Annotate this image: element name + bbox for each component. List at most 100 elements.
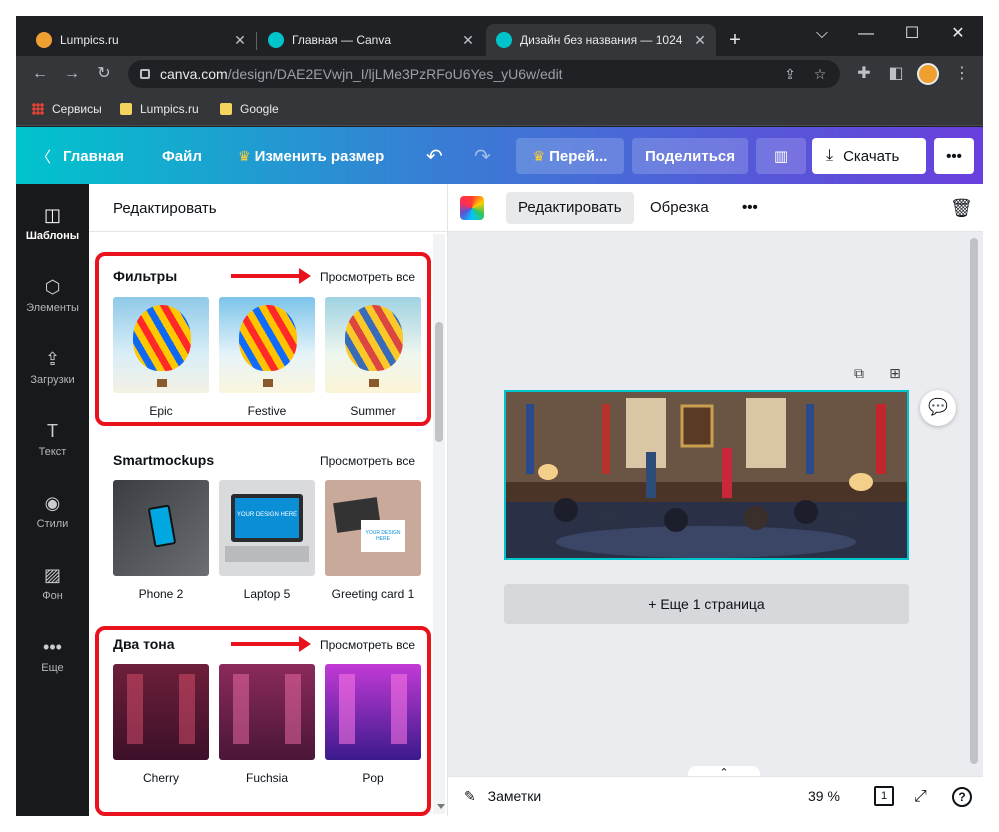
bookmark-google[interactable]: Google <box>220 100 279 118</box>
sidebar-item-elements[interactable]: ⬡ Элементы <box>16 274 89 334</box>
palette-icon: ◉ <box>44 493 61 513</box>
canva-header: 〈 Главная Файл ♛ Изменить размер ↶ ↷ ♛ П… <box>16 127 983 184</box>
url-host: canva.com <box>160 66 228 82</box>
more-icon: ••• <box>43 637 62 657</box>
mockup-phone[interactable]: Phone 2 <box>113 480 209 601</box>
add-comment-icon[interactable]: 💬 <box>920 390 956 426</box>
laptop-mockup-thumbnail: YOUR DESIGN HERE <box>219 480 315 576</box>
address-bar[interactable]: canva.com /design/DAE2EVwjn_I/ljLMe3PzRF… <box>128 60 840 88</box>
sidebar-item-text[interactable]: T Текст <box>16 418 89 478</box>
bookmark-star-icon[interactable]: ☆ <box>810 64 830 84</box>
new-tab-icon[interactable]: + <box>724 30 746 52</box>
insights-icon[interactable]: ▥ <box>756 138 806 174</box>
download-icon: ⤓ <box>826 147 834 164</box>
sidebar-item-templates[interactable]: ◫ Шаблоны <box>16 202 89 262</box>
mockup-screen-text: YOUR DESIGN HERE <box>231 494 303 542</box>
panel-header: Редактировать <box>89 184 448 232</box>
file-menu-button[interactable]: Файл <box>162 138 202 174</box>
close-tab-icon[interactable]: ✕ <box>692 32 708 48</box>
mockup-label: Phone 2 <box>138 587 184 601</box>
canvas-scrollbar[interactable] <box>966 232 983 776</box>
upgrade-button[interactable]: ♛ Перей... <box>516 138 624 174</box>
arrow-to-filters-see-all <box>231 268 311 284</box>
bookmark-lumpics[interactable]: Lumpics.ru <box>120 100 199 118</box>
sidebar-item-label: Загрузки <box>30 374 75 386</box>
chrome-menu-icon[interactable]: ⋮ <box>950 62 974 86</box>
bookmark-label: Сервисы <box>52 102 102 116</box>
add-page-icon[interactable]: ⊞ <box>886 364 904 382</box>
color-picker-icon[interactable] <box>460 196 484 220</box>
more-actions-button[interactable]: ••• <box>934 138 974 174</box>
tab-lumpics[interactable]: Lumpics.ru ✕ <box>26 24 256 56</box>
back-icon[interactable]: ← <box>28 62 52 86</box>
phone-mockup-thumbnail <box>113 480 209 576</box>
mockup-label: Laptop 5 <box>243 587 291 601</box>
chevron-left-icon: 〈 <box>36 148 52 166</box>
canva-favicon-icon <box>496 32 512 48</box>
sidebar-item-more[interactable]: ••• Еще <box>16 634 89 694</box>
tab-canva-design[interactable]: Дизайн без названия — 1024 ✕ <box>486 24 716 56</box>
smartmockups-title: Smartmockups <box>113 452 215 468</box>
duotone-highlight <box>95 626 431 816</box>
tab-canva-home[interactable]: Главная — Canva ✕ <box>258 24 484 56</box>
sidebar-item-uploads[interactable]: ⇪ Загрузки <box>16 346 89 406</box>
forward-icon[interactable]: → <box>60 62 84 86</box>
home-button[interactable]: 〈 Главная <box>36 138 124 174</box>
notes-button[interactable]: ✎ Заметки <box>464 788 541 805</box>
resize-button[interactable]: ♛ Изменить размер <box>238 138 384 174</box>
share-page-icon[interactable]: ⇪ <box>780 64 800 84</box>
upgrade-label: Перей... <box>549 147 608 165</box>
minimize-icon[interactable]: — <box>846 22 886 46</box>
crop-button[interactable]: Обрезка <box>638 192 721 224</box>
sidebar-item-background[interactable]: ▨ Фон <box>16 562 89 622</box>
edit-panel: Редактировать Фильтры Просмотреть все Ep… <box>89 184 448 816</box>
card-mockup-thumbnail: YOUR DESIGN HERE <box>325 480 421 576</box>
add-more-pages-button[interactable]: + Еще 1 страница <box>504 584 909 624</box>
extensions-icon[interactable]: ✚ <box>852 62 876 86</box>
share-button[interactable]: Поделиться <box>632 138 748 174</box>
mockup-laptop[interactable]: YOUR DESIGN HERE Laptop 5 <box>219 480 315 601</box>
bookmark-services[interactable]: Сервисы <box>32 100 102 118</box>
background-icon: ▨ <box>43 565 61 585</box>
notes-label: Заметки <box>487 788 542 804</box>
design-photo[interactable] <box>504 390 909 560</box>
browser-toolbar: ← → ↻ canva.com /design/DAE2EVwjn_I/ljLM… <box>16 56 983 92</box>
help-button[interactable]: ? <box>952 787 972 807</box>
side-panel-icon[interactable]: ◧ <box>884 62 908 86</box>
more-options-button[interactable]: ••• <box>730 192 770 224</box>
bookmark-page-icon <box>220 103 232 115</box>
sidebar-item-label: Стили <box>36 518 69 530</box>
trash-icon[interactable]: 🗑 <box>950 192 973 224</box>
scrollbar-thumb[interactable] <box>435 322 443 442</box>
tab-search-icon[interactable]: ⌵ <box>802 22 842 46</box>
redo-icon[interactable]: ↷ <box>474 138 491 174</box>
office-scene-image <box>506 392 907 558</box>
notes-icon: ✎ <box>464 788 476 804</box>
tab-strip: Lumpics.ru ✕ Главная — Canva ✕ Дизайн бе… <box>16 16 983 56</box>
file-label: Файл <box>162 147 202 165</box>
download-button[interactable]: ⤓ Скачать <box>812 138 926 174</box>
close-tab-icon[interactable]: ✕ <box>232 32 248 48</box>
sidebar-item-styles[interactable]: ◉ Стили <box>16 490 89 550</box>
sidebar-item-label: Элементы <box>26 302 79 314</box>
close-tab-icon[interactable]: ✕ <box>460 32 476 48</box>
smartmockups-see-all-link[interactable]: Просмотреть все <box>320 454 415 468</box>
fullscreen-icon[interactable]: ⤢ <box>914 788 927 806</box>
edit-image-button[interactable]: Редактировать <box>506 192 634 224</box>
mockup-greeting-card[interactable]: YOUR DESIGN HERE Greeting card 1 <box>325 480 421 601</box>
scroll-down-icon[interactable] <box>437 804 445 809</box>
panel-scrollbar[interactable] <box>433 234 445 814</box>
lumpics-favicon-icon <box>36 32 52 48</box>
elements-icon: ⬡ <box>44 277 61 297</box>
scrollbar-thumb[interactable] <box>970 238 978 764</box>
zoom-level[interactable]: 39 % <box>808 788 840 804</box>
undo-icon[interactable]: ↶ <box>426 138 443 174</box>
close-window-icon[interactable]: ✕ <box>938 22 978 46</box>
sidebar-item-label: Текст <box>38 446 67 458</box>
duplicate-page-icon[interactable]: ⧉ <box>850 364 868 382</box>
page-count-button[interactable]: 1 <box>874 786 894 806</box>
profile-avatar[interactable] <box>917 63 939 85</box>
browser-window: Lumpics.ru ✕ Главная — Canva ✕ Дизайн бе… <box>16 16 983 816</box>
maximize-icon[interactable]: ☐ <box>892 22 932 46</box>
reload-icon[interactable]: ↻ <box>92 62 116 86</box>
